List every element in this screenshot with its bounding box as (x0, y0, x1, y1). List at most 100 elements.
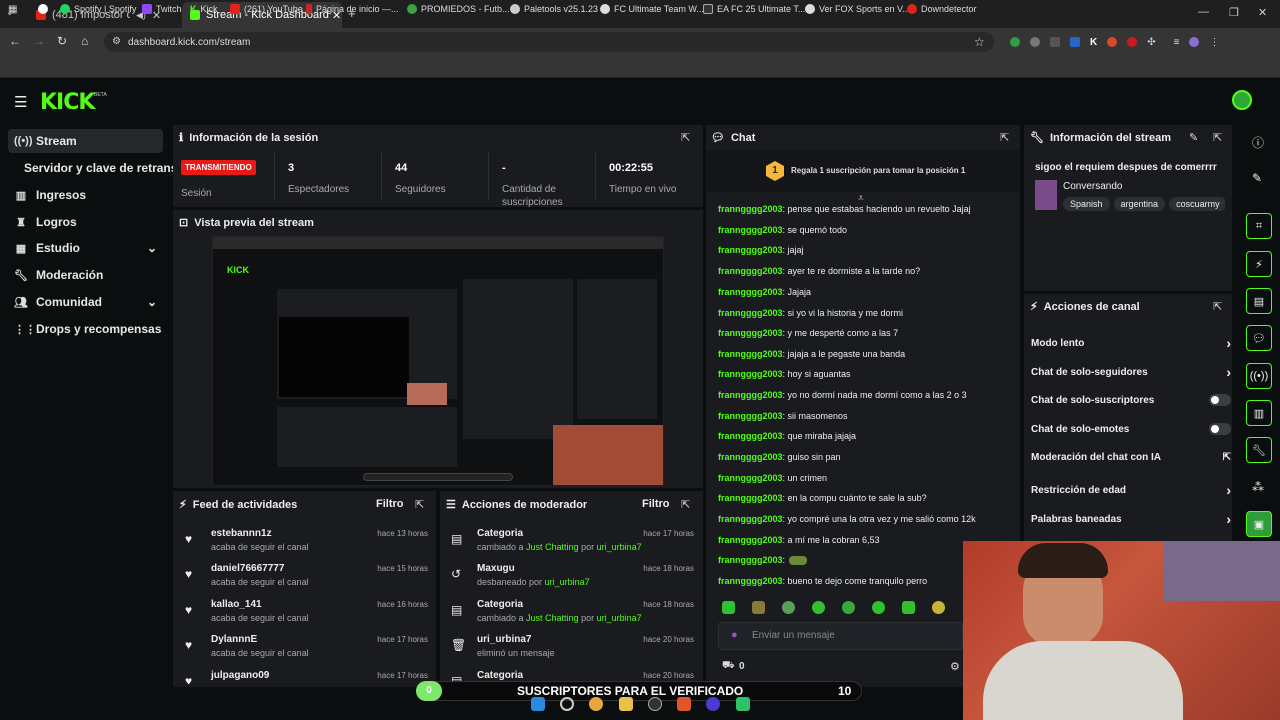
tag-spanish[interactable]: Spanish (1063, 197, 1110, 211)
popout-icon[interactable]: ⇱ (1213, 300, 1222, 313)
url-text[interactable]: dashboard.kick.com/stream (128, 37, 250, 48)
action-followers-only[interactable]: Chat de solo-seguidores › (1031, 364, 1231, 380)
minimize-icon[interactable]: — (1198, 6, 1209, 18)
sidebar-item-moderacion[interactable]: 🔧︎ Moderación (8, 263, 163, 287)
bookmark-kick[interactable]: K Kick (190, 4, 218, 14)
popout-icon[interactable]: ⇱ (415, 498, 424, 511)
category-name[interactable]: Conversando (1063, 181, 1122, 192)
bookmark-ea-fc[interactable]: EA FC 25 Ultimate T... (703, 4, 805, 14)
emote-smile-icon[interactable] (932, 601, 945, 614)
extensions-puzzle-icon[interactable]: ✣ (1147, 37, 1155, 48)
hamburger-menu-icon[interactable]: ☰ (14, 93, 27, 111)
user-avatar[interactable] (1232, 90, 1252, 110)
sidebar-item-stream[interactable]: ((•)) Stream (8, 129, 163, 153)
mic-app-icon[interactable] (677, 697, 691, 711)
rail-broadcast-button[interactable]: ((•)) (1246, 363, 1272, 389)
action-emotes-only[interactable]: Chat de solo-emotes (1031, 423, 1231, 435)
bookmark-fc-ut-web[interactable]: FC Ultimate Team W... (600, 4, 704, 14)
windows-start-icon[interactable] (531, 697, 545, 711)
emote-face-icon[interactable] (782, 601, 795, 614)
profile-avatar-icon[interactable] (1189, 37, 1200, 47)
sidebar-item-logros[interactable]: ♜ Logros (8, 210, 163, 234)
sidebar-item-estudio[interactable]: ▦ Estudio ⌄ (8, 236, 163, 260)
extension-box-icon[interactable] (1050, 37, 1060, 47)
emotes-only-toggle[interactable] (1209, 423, 1231, 435)
emote-green-icon[interactable] (902, 601, 915, 614)
sidebar-item-comunidad[interactable]: 👥︎ Comunidad ⌄ (8, 290, 163, 314)
rail-wrench-button[interactable]: 🔧︎ (1246, 437, 1272, 463)
edit-pencil-icon[interactable]: ✎ (1189, 131, 1198, 144)
search-icon[interactable] (560, 697, 574, 711)
bookmark-star-icon[interactable]: ☆ (974, 35, 985, 49)
rail-bolt-button[interactable]: ⚡︎ (1246, 251, 1272, 277)
extension-blue-icon[interactable] (1070, 37, 1080, 47)
file-explorer-icon[interactable] (619, 697, 633, 711)
extension-kick-icon[interactable]: K (1090, 37, 1097, 48)
bookmark-fox-sports[interactable]: Ver FOX Sports en V... (805, 4, 910, 14)
bookmark-downdetector[interactable]: Downdetector (907, 4, 977, 14)
store-icon[interactable] (736, 697, 750, 711)
action-banned-words[interactable]: Palabras baneadas › (1031, 511, 1231, 527)
maximize-icon[interactable]: ❐ (1229, 6, 1239, 19)
close-window-icon[interactable]: ✕ (1258, 6, 1267, 19)
sidebar-item-ingresos[interactable]: ▥ Ingresos (8, 183, 163, 207)
mic-icon[interactable]: ● (731, 629, 738, 641)
shop-icon[interactable]: ⛟ (722, 660, 735, 673)
chrome-icon[interactable] (589, 697, 603, 711)
forward-icon[interactable]: → (33, 34, 45, 48)
people-icon[interactable]: ⁂ (1252, 480, 1264, 494)
bookmark-spotify[interactable]: Spotify | Spotify (60, 4, 136, 14)
rail-clip-button[interactable]: ⌗ (1246, 213, 1272, 239)
sidebar-item-drops[interactable]: ⋮⋮ Drops y recompensas (8, 317, 163, 341)
extension-globe-icon[interactable] (1030, 37, 1040, 47)
mod-filter-button[interactable]: Filtro (642, 498, 670, 510)
rail-layout-button[interactable]: ▥ (1246, 400, 1272, 426)
action-subscribers-only[interactable]: Chat de solo-suscriptores (1031, 394, 1231, 406)
media-queue-icon[interactable]: ≡ (1174, 37, 1180, 48)
expand-icon[interactable]: ⩡ (858, 193, 864, 204)
action-ai-moderation[interactable]: Moderación del chat con IA ⇱ (1031, 452, 1231, 463)
bookmark-paletools[interactable]: Paletools v25.1.23 (510, 4, 598, 14)
feed-filter-button[interactable]: Filtro (376, 498, 404, 510)
chat-settings-icon[interactable]: ⚙ (950, 660, 960, 673)
extension-shield-icon[interactable] (1010, 37, 1020, 47)
kick-logo[interactable]: KICK (40, 90, 95, 115)
browser-menu-icon[interactable]: ⋮ (1209, 37, 1219, 48)
popout-icon[interactable]: ⇱ (681, 498, 690, 511)
reload-icon[interactable]: ↻ (57, 34, 67, 48)
back-icon[interactable]: ← (9, 34, 21, 48)
popout-icon[interactable]: ⇱ (1000, 131, 1009, 144)
emote-green-icon[interactable] (812, 601, 825, 614)
rail-doc-button[interactable]: ▤ (1246, 288, 1272, 314)
emote-green-icon[interactable] (872, 601, 885, 614)
popout-icon[interactable]: ⇱ (1213, 131, 1222, 144)
emote-box-icon[interactable] (752, 601, 765, 614)
bookmark-promiedos[interactable]: PROMIEDOS - Futb... (407, 4, 510, 14)
emote-green-icon[interactable] (842, 601, 855, 614)
bookmark-globe-icon[interactable] (38, 4, 48, 14)
stream-video-player[interactable]: KICK (212, 236, 664, 486)
tag-coscuarmy[interactable]: coscuarmy (1169, 197, 1225, 211)
session-info-header: ℹ︎ Información de la sesión (179, 131, 319, 145)
rail-green-button[interactable]: ▣ (1246, 511, 1272, 537)
action-age-restriction[interactable]: Restricción de edad › (1031, 482, 1231, 498)
obs-icon[interactable] (706, 697, 720, 711)
extension-red-icon[interactable] (1127, 37, 1138, 47)
app-icon[interactable] (648, 697, 662, 711)
sidebar-item-server-key[interactable]: Servidor y clave de retransm (18, 156, 173, 180)
subscribers-only-toggle[interactable] (1209, 394, 1231, 406)
apps-grid-icon[interactable]: ▦ (8, 4, 17, 15)
bookmark-twitch[interactable]: Twitch (142, 4, 182, 14)
site-info-icon[interactable]: ⚙ (112, 36, 121, 47)
extension-hand-icon[interactable] (1107, 37, 1118, 47)
rail-chat-button[interactable]: 💬︎ (1246, 325, 1272, 351)
info-circle-icon[interactable]: ⓘ (1252, 134, 1264, 151)
bookmark-inicio[interactable]: Página de inicio —... (306, 4, 399, 14)
home-icon[interactable]: ⌂ (81, 34, 88, 48)
action-slow-mode[interactable]: Modo lento › (1031, 335, 1231, 351)
emote-kick-icon[interactable] (722, 601, 735, 614)
popout-icon[interactable]: ⇱ (681, 131, 690, 144)
edit-pencil-icon[interactable]: ✎ (1252, 171, 1262, 185)
bookmark-youtube[interactable]: (261) YouTube (230, 4, 303, 14)
tag-argentina[interactable]: argentina (1113, 197, 1166, 211)
